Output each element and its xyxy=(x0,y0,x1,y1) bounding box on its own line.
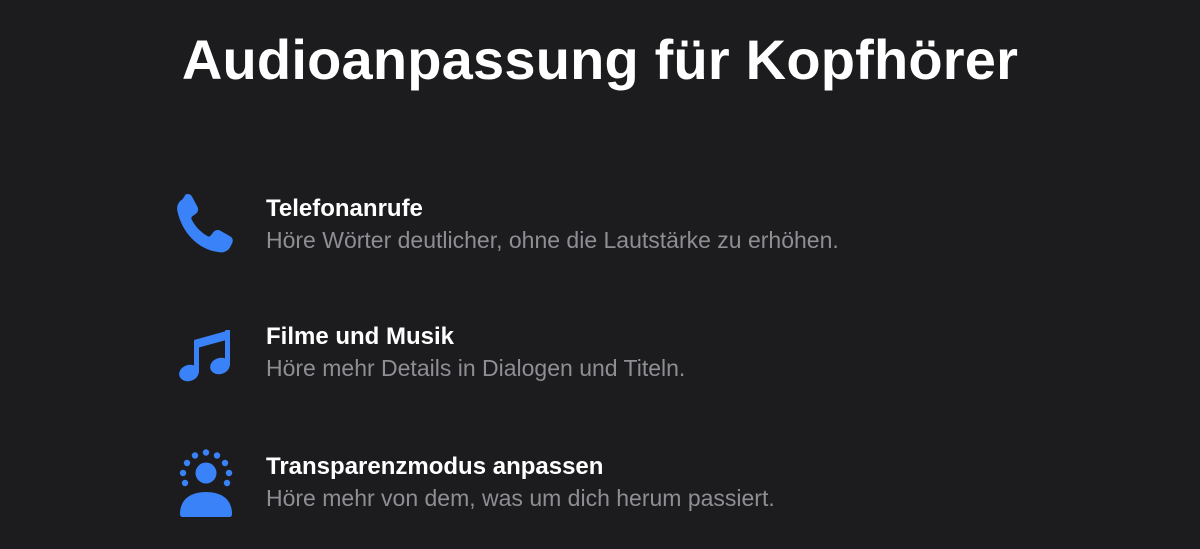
phone-icon xyxy=(170,190,242,262)
feature-title: Transparenzmodus anpassen xyxy=(266,453,604,480)
headphone-accommodations-screen: Audioanpassung für Kopfhörer Telefonanru… xyxy=(0,0,1200,549)
feature-title: Telefonanrufe xyxy=(266,195,423,222)
feature-transparency-mode: Transparenzmodus anpassen Höre mehr von … xyxy=(170,448,1070,528)
feature-movies-music: Filme und Musik Höre mehr Details in Dia… xyxy=(170,318,1070,398)
feature-description: Höre mehr von dem, was um dich herum pas… xyxy=(266,485,775,511)
transparency-person-icon xyxy=(170,448,242,520)
feature-title: Filme und Musik xyxy=(266,323,455,350)
page-title: Audioanpassung für Kopfhörer xyxy=(181,28,1019,91)
feature-phone-calls: Telefonanrufe Höre Wörter deutlicher, oh… xyxy=(170,190,1070,270)
feature-description: Höre mehr Details in Dialogen und Titeln… xyxy=(266,355,686,381)
feature-description: Höre Wörter deutlicher, ohne die Lautstä… xyxy=(266,227,839,253)
music-note-icon xyxy=(170,318,242,390)
